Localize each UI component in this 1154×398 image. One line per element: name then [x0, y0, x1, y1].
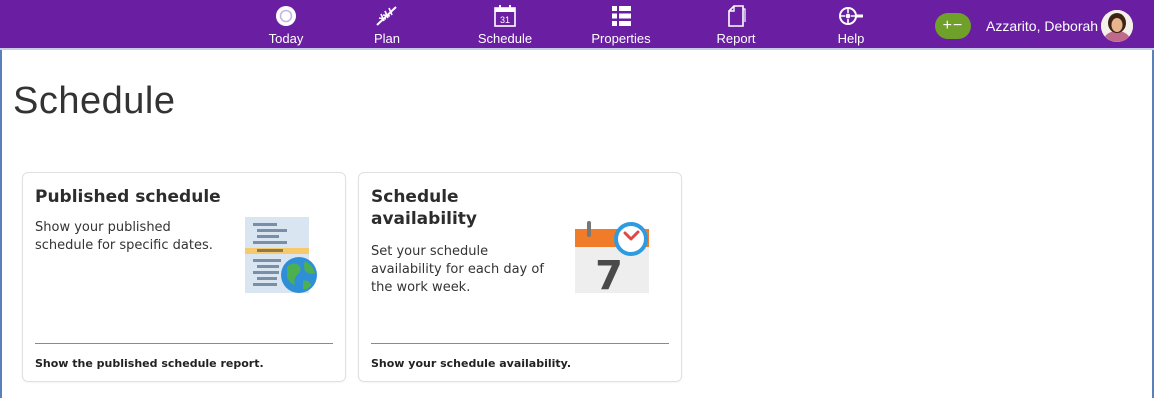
nav-today[interactable]: Today [262, 2, 310, 48]
card-divider [371, 343, 669, 344]
schedule-availability-card[interactable]: Schedule availability Set your schedule … [358, 172, 682, 382]
card-description: Show your published schedule for specifi… [35, 220, 213, 253]
nav-help-label: Help [837, 31, 865, 46]
published-schedule-globe-icon [245, 217, 321, 299]
calendar-icon: 31 [485, 2, 525, 30]
schedule-availability-link[interactable]: Show your schedule availability. [371, 357, 571, 370]
plan-icon [367, 2, 407, 30]
nav-report-label: Report [716, 31, 756, 46]
help-icon [831, 2, 871, 30]
top-nav-bar: Today Plan 31 Schedule Properties Report… [0, 0, 1154, 50]
calendar-clock-icon: 7 [575, 215, 657, 301]
card-divider [35, 343, 333, 344]
user-name[interactable]: Azzarito, Deborah [986, 18, 1098, 34]
page-title: Schedule [13, 80, 176, 122]
svg-text:7: 7 [595, 253, 623, 297]
nav-plan[interactable]: Plan [363, 2, 411, 48]
user-area: +− Azzarito, Deborah [935, 10, 1134, 42]
card-title: Published schedule [35, 187, 221, 207]
report-icon [716, 2, 756, 30]
nav-report[interactable]: Report [712, 2, 760, 48]
add-remove-toggle-button[interactable]: +− [935, 13, 971, 39]
nav-plan-label: Plan [373, 31, 401, 46]
nav-properties-label: Properties [591, 31, 651, 46]
card-description: Set your schedule availability for each … [371, 244, 544, 295]
nav-schedule-label: Schedule [477, 31, 533, 46]
avatar[interactable] [1101, 10, 1134, 42]
properties-list-icon [601, 2, 641, 30]
left-frame-border [0, 50, 6, 398]
published-schedule-card[interactable]: Published schedule Show your published s… [22, 172, 346, 382]
published-schedule-report-link[interactable]: Show the published schedule report. [35, 357, 264, 370]
today-icon [266, 2, 306, 30]
card-title: Schedule availability [371, 187, 478, 229]
nav-schedule[interactable]: 31 Schedule [470, 2, 540, 48]
nav-properties[interactable]: Properties [583, 2, 659, 48]
svg-text:31: 31 [500, 15, 510, 25]
nav-today-label: Today [268, 31, 304, 46]
nav-help[interactable]: Help [827, 2, 875, 48]
